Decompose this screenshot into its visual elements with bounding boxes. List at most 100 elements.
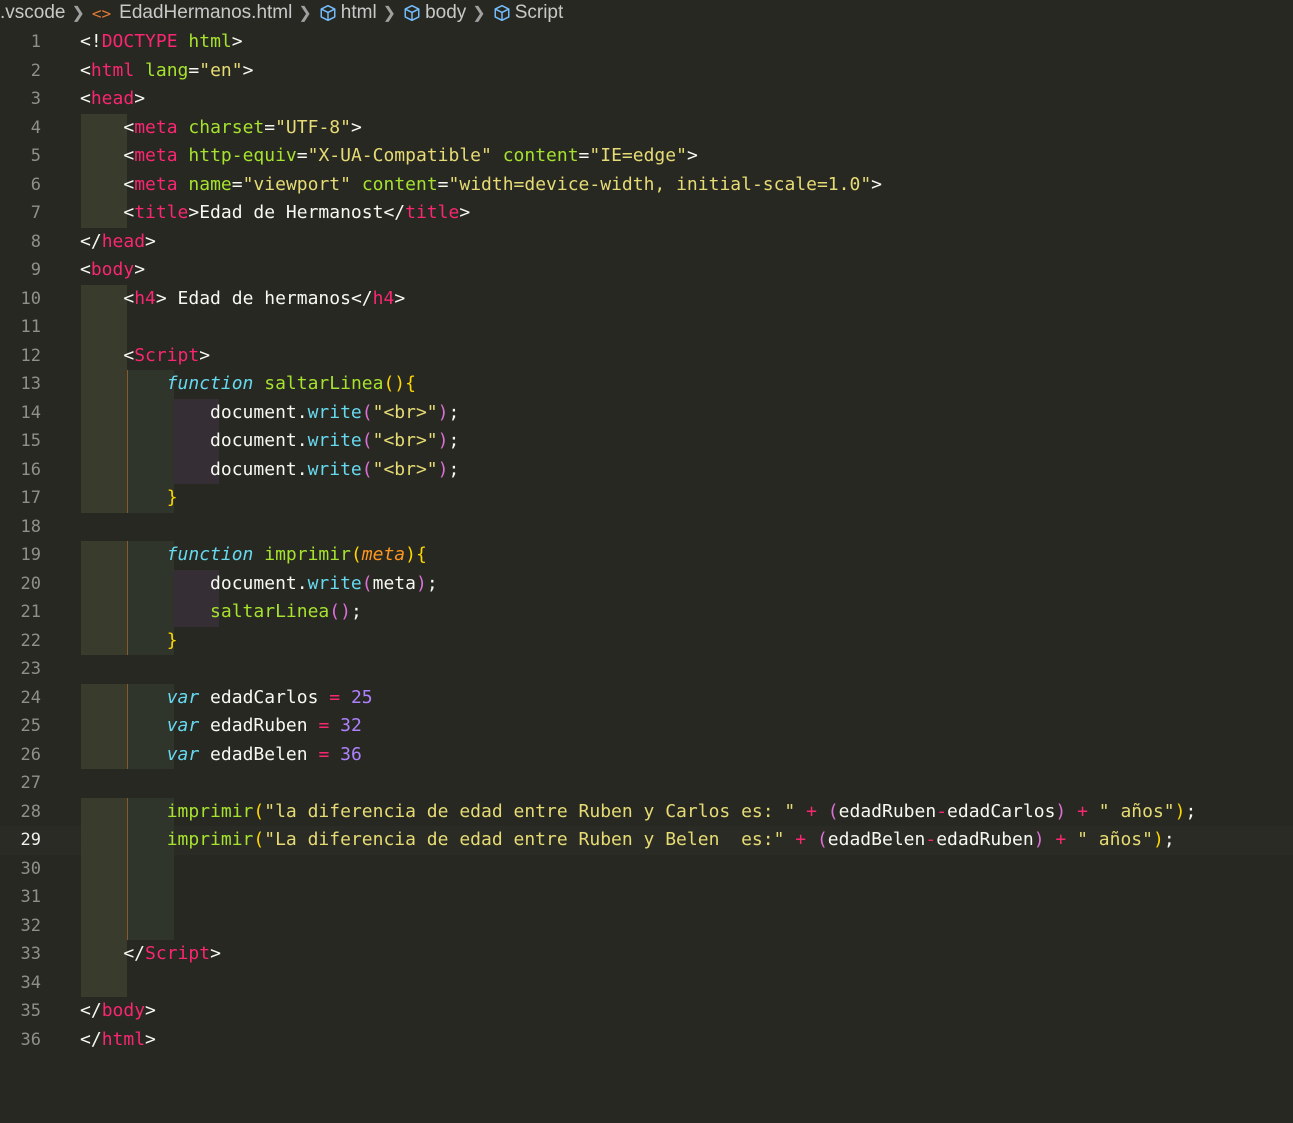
code-content: imprimir("La diferencia de edad entre Ru… [80,826,1175,855]
code-line[interactable]: 1 <!DOCTYPE html> [0,28,1293,57]
code-content: document.write("<br>"); [80,456,459,485]
code-editor[interactable]: 1 <!DOCTYPE html> 2 <html lang="en"> 3 <head>… [0,28,1293,1054]
code-line[interactable]: 28 imprimir("la diferencia de edad entre… [0,797,1293,826]
bracket: ( [827,800,839,822]
code-line[interactable]: 9 <body> [0,256,1293,285]
code-line[interactable]: 27 [0,769,1293,798]
code-line[interactable]: 10 <h4> Edad de hermanos</h4> [0,284,1293,314]
code-line[interactable]: 5 <meta http-equiv="X-UA-Compatible" con… [0,142,1293,171]
line-number: 32 [20,915,41,936]
code-line[interactable]: 16 document.write("<br>"); [0,455,1293,485]
breadcrumb-item-script[interactable]: Script [493,2,564,24]
code-line[interactable]: 6 <meta name="viewport" content="width=d… [0,170,1293,199]
breadcrumb-item-vscode[interactable]: .vscode [0,2,65,24]
code-text: > [394,287,406,309]
code-line[interactable]: 12 <Script> [0,341,1293,370]
code-text: < [80,287,135,309]
code-line[interactable]: 19 function imprimir(meta){ [0,541,1293,570]
code-line[interactable]: 31 [0,883,1293,912]
code-text: document. [80,401,308,423]
breadcrumb-label: Script [514,2,564,23]
html-file-icon: <> [91,3,112,23]
code-line[interactable]: 2 <html lang="en"> [0,57,1293,86]
bracket: ) [1152,829,1164,850]
code-line[interactable]: 24 var edadCarlos = 25 [0,683,1293,712]
code-content: saltarLinea(); [80,598,362,627]
code-text: > [231,31,243,52]
code-line[interactable]: 35 </body> [0,997,1293,1026]
code-text: <! [80,31,102,52]
code-content: <meta charset="UTF-8"> [80,114,361,143]
code-text: < [80,259,91,280]
string-literal: "width=device-width, initial-scale=1.0" [448,173,872,195]
code-text: edadBelen [199,743,319,765]
code-text: > [145,1000,156,1021]
parameter: meta [361,544,406,565]
code-content: <head> [80,85,145,114]
code-content: function saltarLinea(){ [80,370,416,399]
attribute-name: lang [145,59,189,81]
bracket: ) [437,430,449,451]
code-line[interactable]: 29 imprimir("La diferencia de edad entre… [0,826,1293,855]
code-line[interactable]: 8 </head> [0,228,1293,257]
code-line[interactable]: 34 [0,968,1293,997]
function-name: saltarLinea [210,601,330,622]
attribute-name: content [361,173,438,195]
line-number: 20 [20,573,41,594]
bracket: ) [1174,800,1186,822]
breadcrumb-item-body[interactable]: body [403,2,466,24]
number-literal: 25 [350,686,373,708]
symbol-element-icon [320,4,336,22]
breadcrumb-item-file[interactable]: <> EdadHermanos.html [92,2,292,24]
code-line[interactable]: 14 document.write("<br>"); [0,398,1293,427]
code-line[interactable]: 30 [0,854,1293,883]
function-name: imprimir [166,800,254,822]
string-literal: "en" [199,59,243,81]
code-line[interactable]: 33 </Script> [0,940,1293,969]
indent-guide [81,883,127,912]
code-line[interactable]: 13 function saltarLinea(){ [0,370,1293,399]
code-line[interactable]: 7 <title>Edad de Hermanost</title> [0,199,1293,228]
code-line[interactable]: 25 var edadRuben = 32 [0,712,1293,741]
code-line[interactable]: 26 var edadBelen = 36 [0,740,1293,769]
code-line[interactable]: 18 [0,513,1293,542]
code-line[interactable]: 17 } [0,484,1293,513]
code-line[interactable]: 15 document.write("<br>"); [0,427,1293,456]
code-text: document. [80,572,308,594]
code-line[interactable]: 4 <meta charset="UTF-8"> [0,113,1293,143]
code-text: ; [426,572,438,594]
code-line[interactable]: 3 <head> [0,85,1293,114]
code-line[interactable]: 22 } [0,626,1293,655]
code-text: ; [350,601,362,622]
tag-name: title [405,202,460,223]
code-line[interactable]: 36 </html> [0,1026,1293,1055]
code-content: </html> [80,1026,156,1055]
bracket: ( [361,458,373,480]
chevron-right-icon: ❯ [71,5,85,22]
line-number: 35 [20,1001,41,1021]
code-text: > Edad de hermanos</ [155,287,373,309]
code-line[interactable]: 11 [0,313,1293,342]
code-line[interactable]: 21 saltarLinea(); [0,598,1293,627]
code-text: edadRuben [199,715,319,736]
code-text: </ [80,943,146,964]
method-name: write [307,458,362,480]
attribute-name: content [502,145,579,166]
code-line[interactable]: 20 document.write(meta); [0,569,1293,599]
code-content: document.write(meta); [80,570,438,599]
tag-name: h4 [372,287,395,309]
code-line[interactable]: 23 [0,655,1293,684]
code-content: <h4> Edad de hermanos</h4> [80,285,405,314]
code-text: ; [1163,829,1175,850]
code-line[interactable]: 32 [0,911,1293,940]
code-text: > [459,202,471,223]
chevron-right-icon: ❯ [298,5,312,22]
breadcrumb-item-html[interactable]: html [319,2,377,24]
